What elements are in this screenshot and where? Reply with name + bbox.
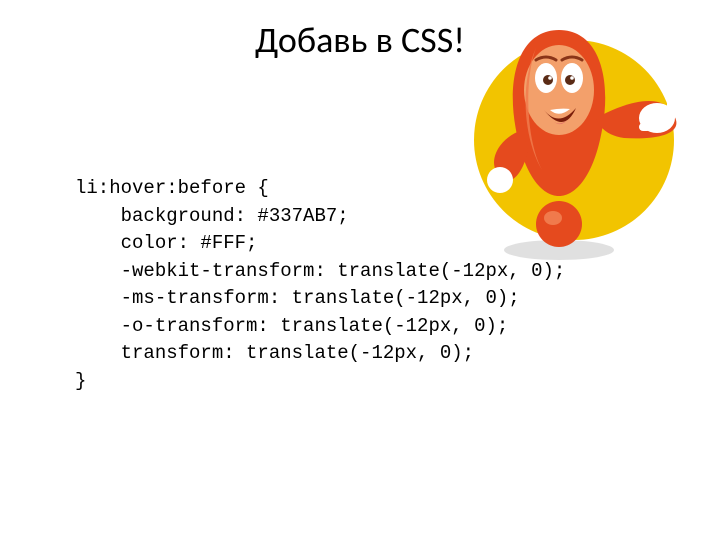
exclamation-mascot-illustration	[464, 0, 694, 265]
